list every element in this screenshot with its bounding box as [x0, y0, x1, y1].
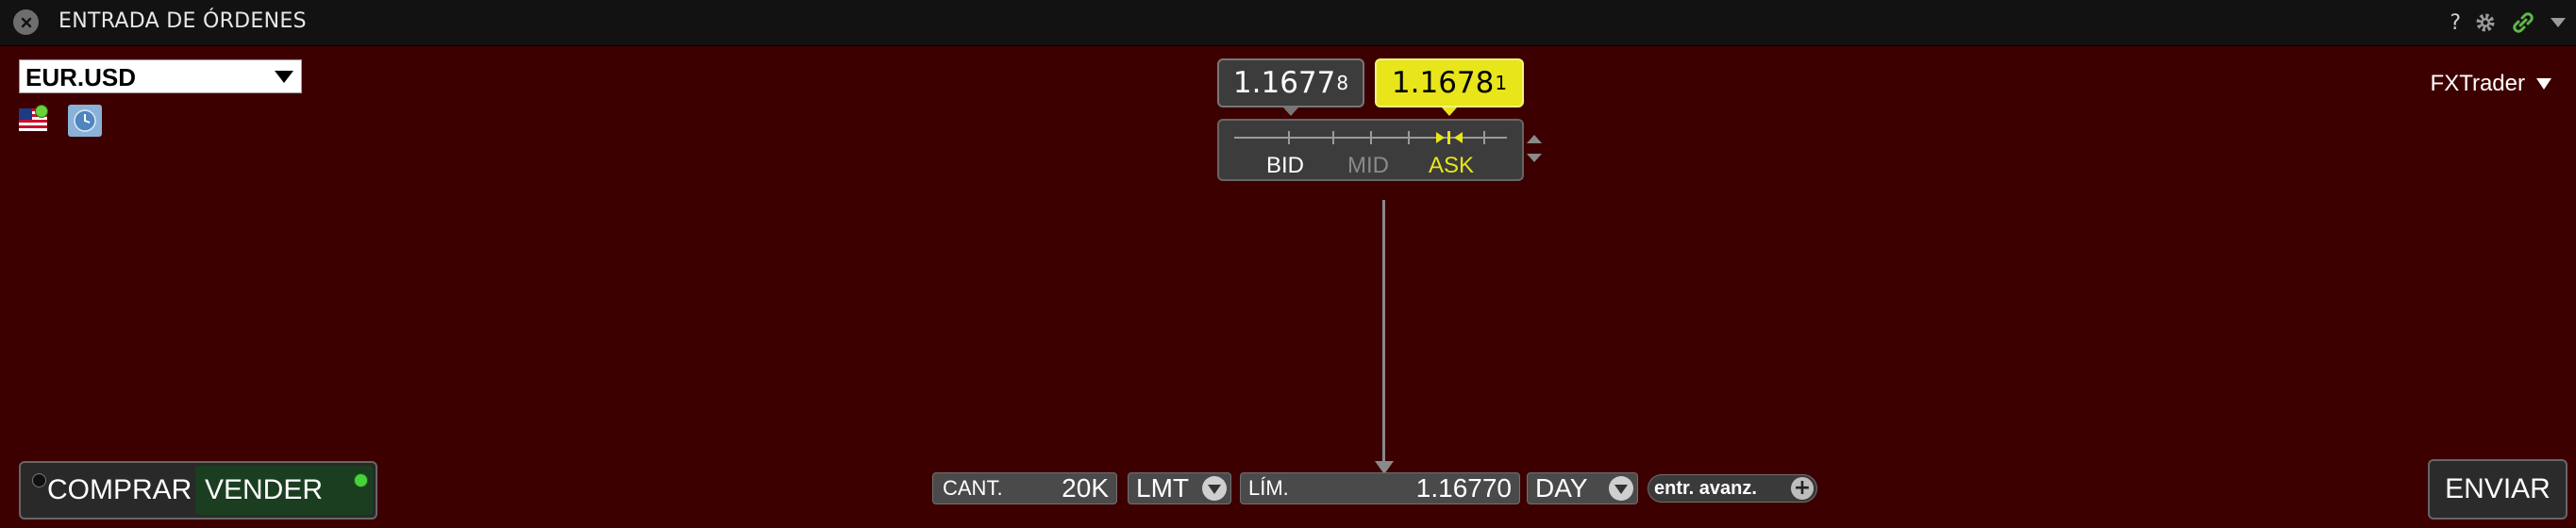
- window-title: ENTRADA DE ÓRDENES: [59, 9, 307, 33]
- chevron-down-icon[interactable]: [1609, 476, 1633, 501]
- buy-indicator-dot: [32, 473, 46, 487]
- trader-menu-label: FXTrader: [2430, 71, 2525, 96]
- slider-tick: [1408, 131, 1410, 144]
- sell-indicator-dot: [354, 473, 368, 487]
- bid-pip: 8: [1336, 72, 1349, 94]
- close-icon[interactable]: [13, 9, 39, 35]
- plus-icon[interactable]: +: [1791, 477, 1814, 500]
- ask-pointer: [1442, 107, 1457, 116]
- chevron-down-icon[interactable]: [2550, 16, 2567, 29]
- chevron-down-icon: [2536, 78, 2551, 90]
- title-bar: ENTRADA DE ÓRDENES ?: [0, 0, 2576, 46]
- limit-label: LÍM.: [1248, 476, 1289, 500]
- buy-sell-toggle[interactable]: COMPRAR VENDER: [19, 461, 377, 520]
- time-in-force-select[interactable]: DAY: [1527, 472, 1638, 504]
- slider-label-ask[interactable]: ASK: [1429, 153, 1474, 179]
- trader-menu[interactable]: FXTrader: [2431, 71, 2551, 97]
- price-up-icon[interactable]: [1527, 135, 1542, 143]
- order-type-value: LMT: [1136, 473, 1189, 503]
- symbol-select[interactable]: EUR.USD: [19, 59, 302, 93]
- ask-pip: 1: [1495, 72, 1508, 94]
- slider-tick: [1288, 131, 1290, 144]
- quantity-label: CANT.: [943, 476, 1003, 500]
- status-dot: [35, 105, 48, 118]
- slider-tick: [1332, 131, 1334, 144]
- slider-tick: [1370, 131, 1372, 144]
- slider-tick: [1483, 131, 1485, 144]
- help-button[interactable]: ?: [2450, 11, 2461, 35]
- time-in-force-value: DAY: [1535, 473, 1588, 503]
- clock-icon[interactable]: [68, 105, 102, 137]
- slider-handle-icon[interactable]: [1434, 128, 1464, 147]
- price-slider[interactable]: BID MID ASK: [1217, 119, 1524, 181]
- symbol-value: EUR.USD: [25, 63, 137, 91]
- chevron-down-icon[interactable]: [1202, 476, 1227, 501]
- quantity-field[interactable]: CANT. 20K: [932, 472, 1117, 504]
- title-bar-tools: ?: [2450, 8, 2567, 38]
- limit-price-value[interactable]: 1.16770: [1416, 473, 1512, 503]
- gear-icon[interactable]: [2474, 11, 2497, 34]
- slider-label-mid[interactable]: MID: [1347, 153, 1389, 179]
- limit-price-field[interactable]: LÍM. 1.16770: [1240, 472, 1520, 504]
- price-guide-line: [1382, 200, 1385, 464]
- bid-price-button[interactable]: 1.1677 8: [1217, 58, 1364, 107]
- buy-button[interactable]: COMPRAR: [47, 474, 192, 506]
- ask-price-button[interactable]: 1.1678 1: [1375, 58, 1524, 107]
- advanced-entry-button[interactable]: entr. avanz. +: [1648, 474, 1817, 503]
- slider-label-bid[interactable]: BID: [1266, 153, 1304, 179]
- bid-pointer: [1283, 107, 1298, 116]
- advanced-entry-label: entr. avanz.: [1654, 478, 1757, 499]
- bid-price: 1.1677: [1232, 66, 1336, 100]
- quantity-value[interactable]: 20K: [1062, 473, 1109, 503]
- submit-button[interactable]: ENVIAR: [2428, 459, 2568, 520]
- order-entry-panel: EUR.USD 1.1677 8 1.1678 1 BID MID ASK FX…: [0, 46, 2576, 528]
- chevron-down-icon: [275, 71, 293, 83]
- link-icon[interactable]: [2510, 9, 2536, 36]
- order-type-select[interactable]: LMT: [1128, 472, 1231, 504]
- ask-price: 1.1678: [1391, 66, 1495, 100]
- sell-button[interactable]: VENDER: [205, 474, 323, 506]
- price-down-icon[interactable]: [1527, 154, 1542, 162]
